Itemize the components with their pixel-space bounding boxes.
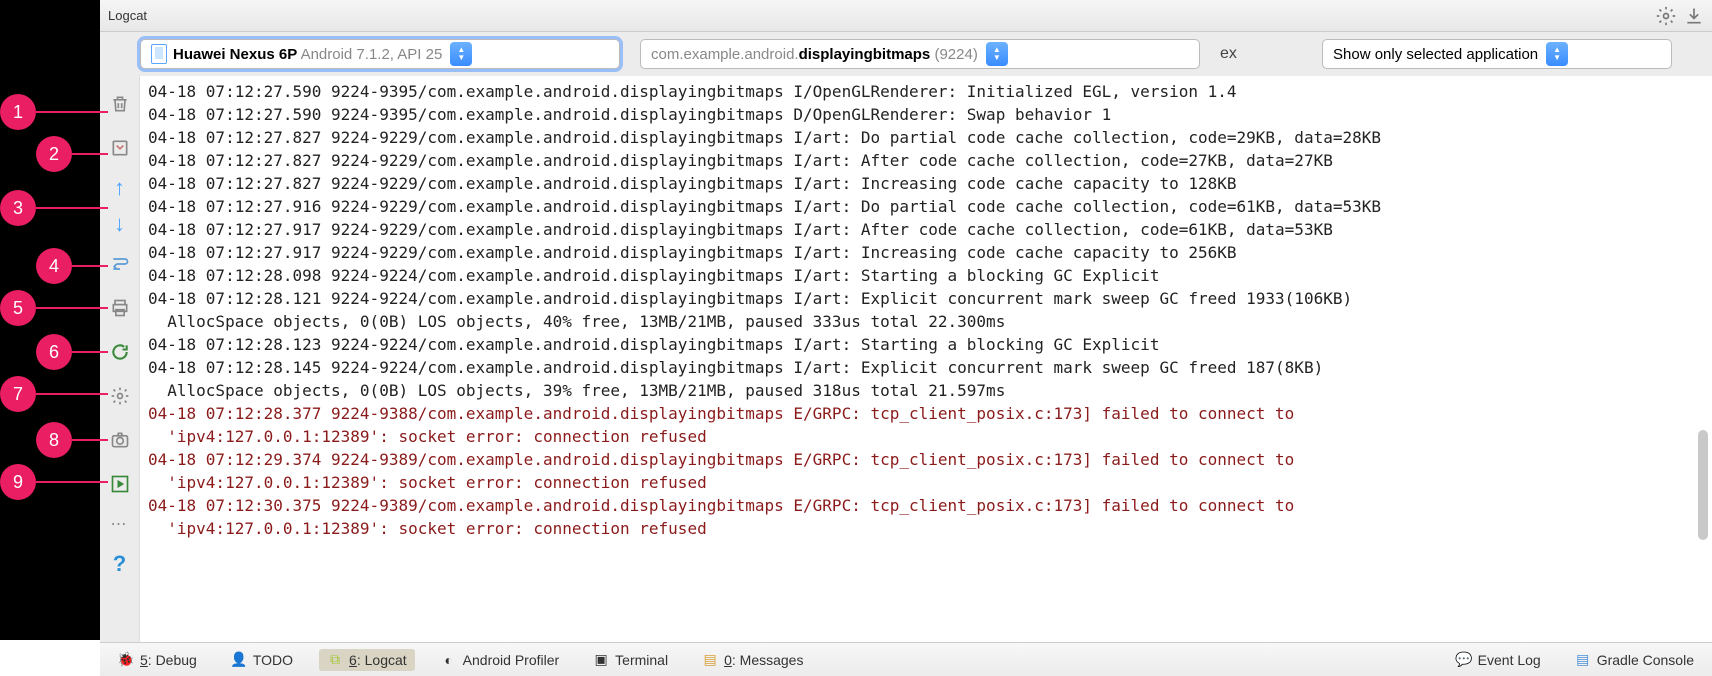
console-icon: ▤: [1575, 652, 1591, 668]
callout-2: 2: [36, 136, 72, 172]
chevron-updown-icon: ▲▼: [1546, 42, 1568, 66]
tab-todo-label: TODO: [253, 652, 293, 668]
log-line: 04-18 07:12:27.827 9224-9229/com.example…: [148, 126, 1704, 149]
log-line: 04-18 07:12:28.121 9224-9224/com.example…: [148, 287, 1704, 310]
logcat-panel: Logcat Huawei Nexus 6P Android 7.1.2, AP…: [100, 0, 1712, 676]
scope-selector[interactable]: Show only selected application ▲▼: [1322, 39, 1672, 69]
callout-9: 9: [0, 464, 36, 500]
chat-icon: 💬: [1456, 652, 1472, 668]
tab-logcat-label: 6: Logcat: [349, 652, 407, 668]
device-selector[interactable]: Huawei Nexus 6P Android 7.1.2, API 25 ▲▼: [140, 39, 620, 69]
filter-fragment: ex: [1220, 45, 1242, 63]
log-line: 'ipv4:127.0.0.1:12389': socket error: co…: [148, 425, 1704, 448]
android-icon: ⧉: [327, 652, 343, 668]
tab-profiler-label: Android Profiler: [463, 652, 560, 668]
log-line: 04-18 07:12:29.374 9224-9389/com.example…: [148, 448, 1704, 471]
tab-eventlog-label: Event Log: [1478, 652, 1541, 668]
arrow-up-icon[interactable]: ↑: [105, 170, 135, 206]
tab-gradle[interactable]: ▤ Gradle Console: [1567, 649, 1702, 671]
tab-messages-label: 0: Messages: [724, 652, 803, 668]
restart-icon[interactable]: [105, 330, 135, 374]
tab-gradle-label: Gradle Console: [1597, 652, 1694, 668]
callout-4: 4: [36, 248, 72, 284]
tab-terminal[interactable]: ▣ Terminal: [585, 649, 676, 671]
log-line: 04-18 07:12:27.590 9224-9395/com.example…: [148, 103, 1704, 126]
callout-3: 3: [0, 190, 36, 226]
callout-6: 6: [36, 334, 72, 370]
todo-icon: 👤: [231, 652, 247, 668]
camera-icon[interactable]: [105, 418, 135, 462]
scope-label: Show only selected application: [1333, 46, 1538, 63]
log-line: 04-18 07:12:27.590 9224-9395/com.example…: [148, 80, 1704, 103]
callout-1: 1: [0, 94, 36, 130]
log-line: 04-18 07:12:28.123 9224-9224/com.example…: [148, 333, 1704, 356]
panel-header: Logcat: [100, 0, 1712, 32]
log-line: 04-18 07:12:27.916 9224-9229/com.example…: [148, 195, 1704, 218]
log-line: 04-18 07:12:28.098 9224-9224/com.example…: [148, 264, 1704, 287]
log-line: 04-18 07:12:30.375 9224-9389/com.example…: [148, 494, 1704, 517]
process-pid: (9224): [930, 46, 978, 63]
tab-todo[interactable]: 👤 TODO: [223, 649, 301, 671]
help-icon[interactable]: ?: [105, 542, 135, 586]
log-line: 'ipv4:127.0.0.1:12389': socket error: co…: [148, 471, 1704, 494]
process-name: displayingbitmaps: [799, 46, 931, 63]
log-output[interactable]: 04-18 07:12:27.590 9224-9395/com.example…: [140, 76, 1712, 642]
tab-debug[interactable]: 🐞 5: Debug /*noop*/ 5: Debug: [110, 649, 205, 671]
arrow-down-icon[interactable]: ↓: [105, 206, 135, 242]
gear-icon[interactable]: [1656, 6, 1676, 26]
download-icon[interactable]: [1684, 6, 1704, 26]
scrollbar-thumb[interactable]: [1698, 430, 1708, 540]
log-line: 'ipv4:127.0.0.1:12389': socket error: co…: [148, 517, 1704, 540]
chevron-updown-icon: ▲▼: [450, 42, 472, 66]
tab-terminal-label: Terminal: [615, 652, 668, 668]
device-name: Huawei Nexus 6P: [173, 46, 297, 63]
callout-7: 7: [0, 376, 36, 412]
tab-messages[interactable]: ▤ 0: Messages: [694, 649, 811, 671]
device-icon: [151, 44, 167, 64]
process-selector[interactable]: com.example.android.displayingbitmaps (9…: [640, 39, 1200, 69]
callout-8: 8: [36, 422, 72, 458]
log-line: AllocSpace objects, 0(0B) LOS objects, 3…: [148, 379, 1704, 402]
callout-gutter: 1 2 3 4 5 6 7 8 9: [0, 0, 100, 640]
status-bar: 🐞 5: Debug /*noop*/ 5: Debug 👤 TODO ⧉ 6:…: [100, 642, 1712, 676]
settings-icon[interactable]: [105, 374, 135, 418]
soft-wrap-icon[interactable]: [105, 242, 135, 286]
record-icon[interactable]: [105, 462, 135, 506]
device-os: Android 7.1.2, API 25: [301, 46, 443, 63]
trash-icon[interactable]: [105, 82, 135, 126]
scroll-end-icon[interactable]: [105, 126, 135, 170]
gauge-icon: ◐: [441, 652, 457, 668]
log-line: 04-18 07:12:27.827 9224-9229/com.example…: [148, 149, 1704, 172]
chevron-updown-icon: ▲▼: [986, 42, 1008, 66]
filter-row: Huawei Nexus 6P Android 7.1.2, API 25 ▲▼…: [100, 32, 1712, 76]
terminal-icon: ▣: [593, 652, 609, 668]
panel-title: Logcat: [108, 8, 1656, 23]
callout-5: 5: [0, 290, 36, 326]
log-line: 04-18 07:12:28.145 9224-9224/com.example…: [148, 356, 1704, 379]
bug-icon: 🐞: [118, 652, 134, 668]
print-icon[interactable]: [105, 286, 135, 330]
log-line: 04-18 07:12:27.917 9224-9229/com.example…: [148, 241, 1704, 264]
log-line: 04-18 07:12:27.827 9224-9229/com.example…: [148, 172, 1704, 195]
log-line: 04-18 07:12:28.377 9224-9388/com.example…: [148, 402, 1704, 425]
process-prefix: com.example.android.: [651, 46, 799, 63]
tab-profiler[interactable]: ◐ Android Profiler: [433, 649, 568, 671]
messages-icon: ▤: [702, 652, 718, 668]
log-line: 04-18 07:12:27.917 9224-9229/com.example…: [148, 218, 1704, 241]
tab-logcat[interactable]: ⧉ 6: Logcat: [319, 649, 415, 671]
log-line: AllocSpace objects, 0(0B) LOS objects, 4…: [148, 310, 1704, 333]
tab-eventlog[interactable]: 💬 Event Log: [1448, 649, 1549, 671]
more-icon[interactable]: ⋯: [105, 506, 135, 542]
